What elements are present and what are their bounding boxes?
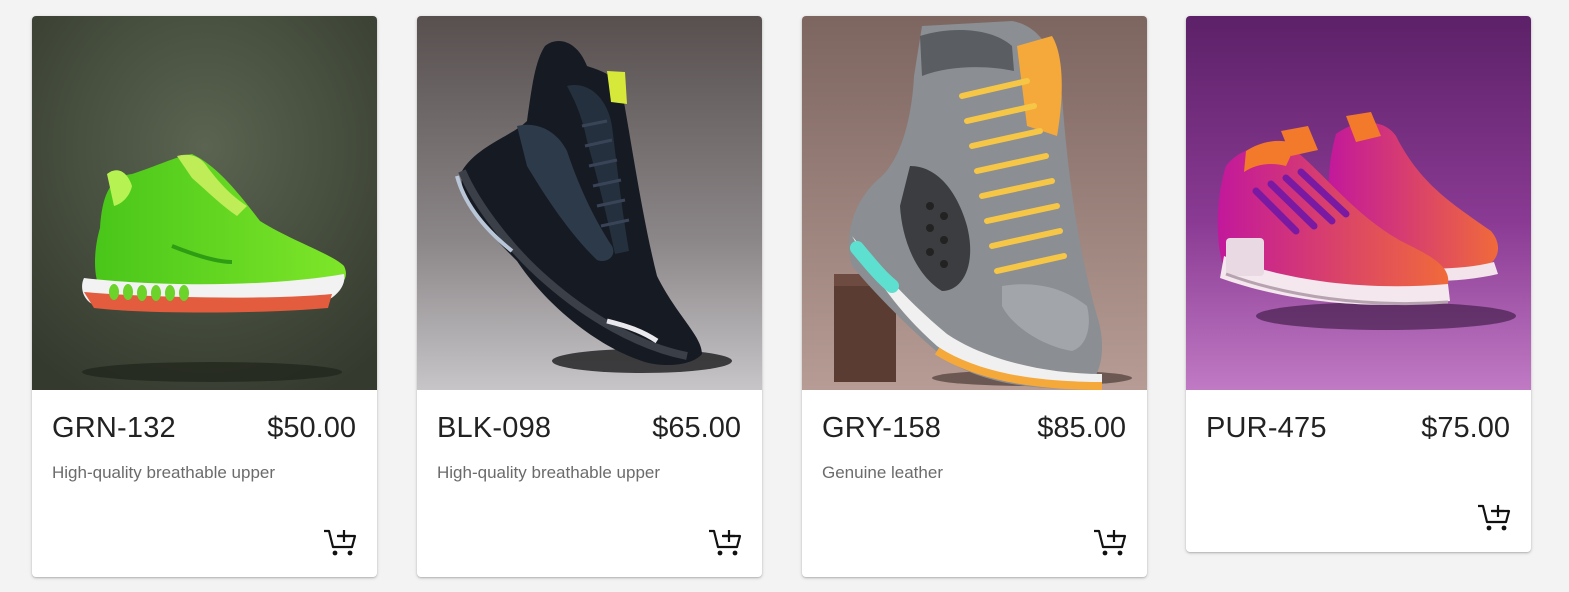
product-price: $65.00 <box>652 412 741 444</box>
product-card[interactable]: BLK-098 $65.00 High-quality breathable u… <box>417 16 762 577</box>
add-to-cart-button[interactable] <box>1477 502 1511 532</box>
product-card[interactable]: GRY-158 $85.00 Genuine leather <box>802 16 1147 577</box>
green-sneaker-image <box>32 16 377 390</box>
product-card[interactable]: GRN-132 $50.00 High-quality breathable u… <box>32 16 377 577</box>
black-sneaker-image <box>417 16 762 390</box>
product-image[interactable] <box>1186 16 1531 390</box>
gray-boot-image <box>802 16 1147 390</box>
product-image[interactable] <box>417 16 762 390</box>
product-code: GRY-158 <box>822 412 942 444</box>
product-code: PUR-475 <box>1206 412 1327 444</box>
purple-sneakers-image <box>1186 16 1531 390</box>
add-to-cart-icon <box>1094 529 1127 556</box>
product-price: $75.00 <box>1421 412 1510 444</box>
product-code: BLK-098 <box>437 412 552 444</box>
add-to-cart-icon <box>1478 504 1511 531</box>
product-price: $85.00 <box>1037 412 1126 444</box>
add-to-cart-icon <box>709 529 742 556</box>
product-description: High-quality breathable upper <box>52 463 276 482</box>
product-code: GRN-132 <box>52 412 176 444</box>
add-to-cart-icon <box>324 529 357 556</box>
product-description: Genuine leather <box>822 463 943 482</box>
product-description: High-quality breathable upper <box>437 463 661 482</box>
add-to-cart-button[interactable] <box>708 527 742 557</box>
product-card[interactable]: PUR-475 $75.00 <box>1186 16 1531 552</box>
product-image[interactable] <box>32 16 377 390</box>
add-to-cart-button[interactable] <box>1093 527 1127 557</box>
product-price: $50.00 <box>267 412 356 444</box>
product-image[interactable] <box>802 16 1147 390</box>
add-to-cart-button[interactable] <box>323 527 357 557</box>
